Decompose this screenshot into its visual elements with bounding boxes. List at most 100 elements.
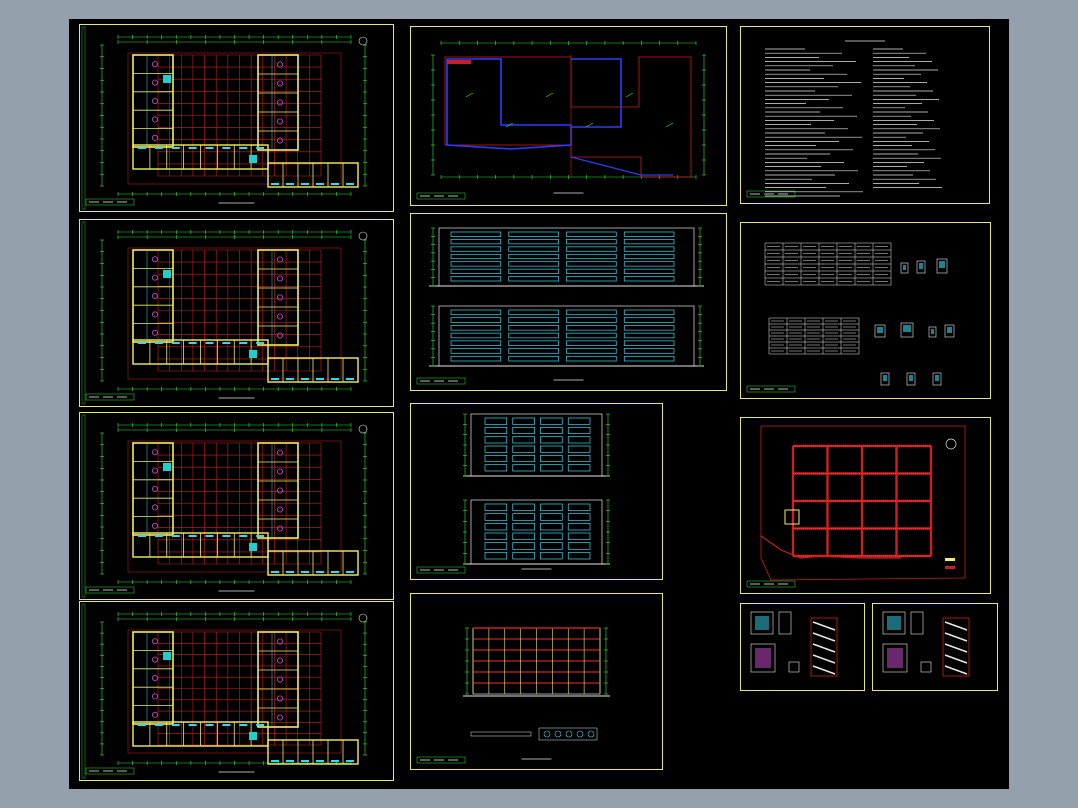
- section-drawing: [416, 627, 610, 764]
- facade-outline: [470, 499, 603, 565]
- stair-fill: [755, 616, 769, 630]
- window-band: [540, 454, 563, 463]
- window: [346, 760, 354, 762]
- elevations-drawing: [416, 413, 610, 574]
- window: [316, 183, 324, 185]
- sheet-stair-detail-1[interactable]: [740, 603, 865, 691]
- window: [301, 378, 309, 380]
- window-band: [623, 246, 675, 252]
- stair-flight: [812, 621, 836, 631]
- legend-swatch: [945, 566, 955, 569]
- window: [205, 724, 214, 726]
- window-band: [450, 268, 502, 274]
- stair-detail-box: [788, 661, 800, 673]
- drain-arrow: [665, 122, 674, 128]
- fixture: [276, 313, 283, 320]
- roof-ridge-outline: [570, 156, 673, 176]
- stair-block: [249, 732, 257, 740]
- drain-arrow: [465, 92, 474, 98]
- window-band: [623, 276, 675, 282]
- window-band: [450, 261, 502, 267]
- notes-drawing: [746, 40, 942, 198]
- window-band: [512, 513, 535, 521]
- stair-flight: [944, 643, 968, 653]
- window-band: [540, 445, 563, 453]
- window: [301, 760, 309, 762]
- sheet-margin: [81, 26, 86, 210]
- sheet-floor-plan-4[interactable]: [79, 601, 394, 781]
- sheet-roof-plan[interactable]: [410, 26, 727, 206]
- window-band: [484, 417, 508, 425]
- stair-plan: [910, 611, 924, 635]
- window-band: [508, 261, 559, 267]
- window-band: [566, 340, 617, 346]
- stair-block: [249, 350, 257, 358]
- sheet-floor-plan-1[interactable]: [79, 24, 394, 212]
- stair-block: [163, 75, 171, 83]
- window: [331, 760, 339, 762]
- drawing-canvas[interactable]: [69, 19, 1009, 789]
- sheet-stair-detail-2[interactable]: [872, 603, 998, 691]
- window: [346, 571, 354, 573]
- window: [301, 571, 309, 573]
- window-band: [450, 231, 502, 237]
- window-band: [450, 276, 502, 282]
- window-band: [512, 532, 535, 541]
- stair-block: [249, 155, 257, 163]
- window-band: [450, 309, 502, 316]
- window-band: [540, 464, 563, 472]
- window-band: [512, 522, 535, 531]
- fixture: [276, 506, 283, 513]
- window-glazing: [909, 375, 913, 381]
- site-plan-drawing: [746, 425, 966, 588]
- sheet-margin: [81, 221, 86, 405]
- fixture: [276, 487, 283, 494]
- sheet-floor-plan-2[interactable]: [79, 219, 394, 407]
- window-band: [484, 522, 508, 531]
- window-band: [450, 348, 502, 354]
- stair-block: [163, 270, 171, 278]
- fixture: [276, 99, 283, 106]
- window-band: [540, 513, 563, 521]
- sheet-section[interactable]: [410, 593, 663, 770]
- north-arrow-icon: [358, 613, 368, 623]
- window: [154, 535, 163, 537]
- stair-flight: [812, 665, 836, 675]
- window-band: [623, 348, 675, 354]
- fixture: [152, 274, 159, 281]
- sheet-schedule[interactable]: [740, 222, 991, 399]
- window-glazing: [877, 327, 883, 333]
- drain-arrow: [545, 92, 554, 98]
- sheet-elevations-1[interactable]: [410, 213, 727, 391]
- window: [316, 571, 324, 573]
- window: [222, 342, 231, 344]
- window-band: [450, 239, 502, 245]
- window-glazing: [903, 325, 911, 332]
- sheet-elevations-2[interactable]: [410, 403, 663, 580]
- stair-fill: [887, 616, 901, 630]
- window: [154, 342, 163, 344]
- window: [171, 535, 180, 537]
- window-band: [566, 231, 617, 237]
- fixture: [152, 486, 159, 493]
- window-band: [623, 253, 675, 260]
- window: [316, 378, 324, 380]
- sheet-site-plan[interactable]: [740, 417, 991, 594]
- window-band: [484, 454, 508, 463]
- fixture: [276, 657, 283, 664]
- detail-circle: [576, 730, 584, 738]
- window-band: [508, 276, 559, 282]
- window-band: [512, 445, 535, 453]
- window-band: [540, 417, 563, 425]
- sheet-design-notes[interactable]: [740, 26, 990, 204]
- window: [205, 342, 214, 344]
- window-band: [450, 253, 502, 260]
- window: [138, 342, 146, 344]
- fixture: [152, 638, 159, 645]
- sheet-floor-plan-3[interactable]: [79, 412, 394, 600]
- fixture: [152, 98, 159, 105]
- window: [171, 147, 180, 149]
- window: [286, 760, 294, 762]
- window: [188, 147, 197, 149]
- fixture: [276, 714, 283, 721]
